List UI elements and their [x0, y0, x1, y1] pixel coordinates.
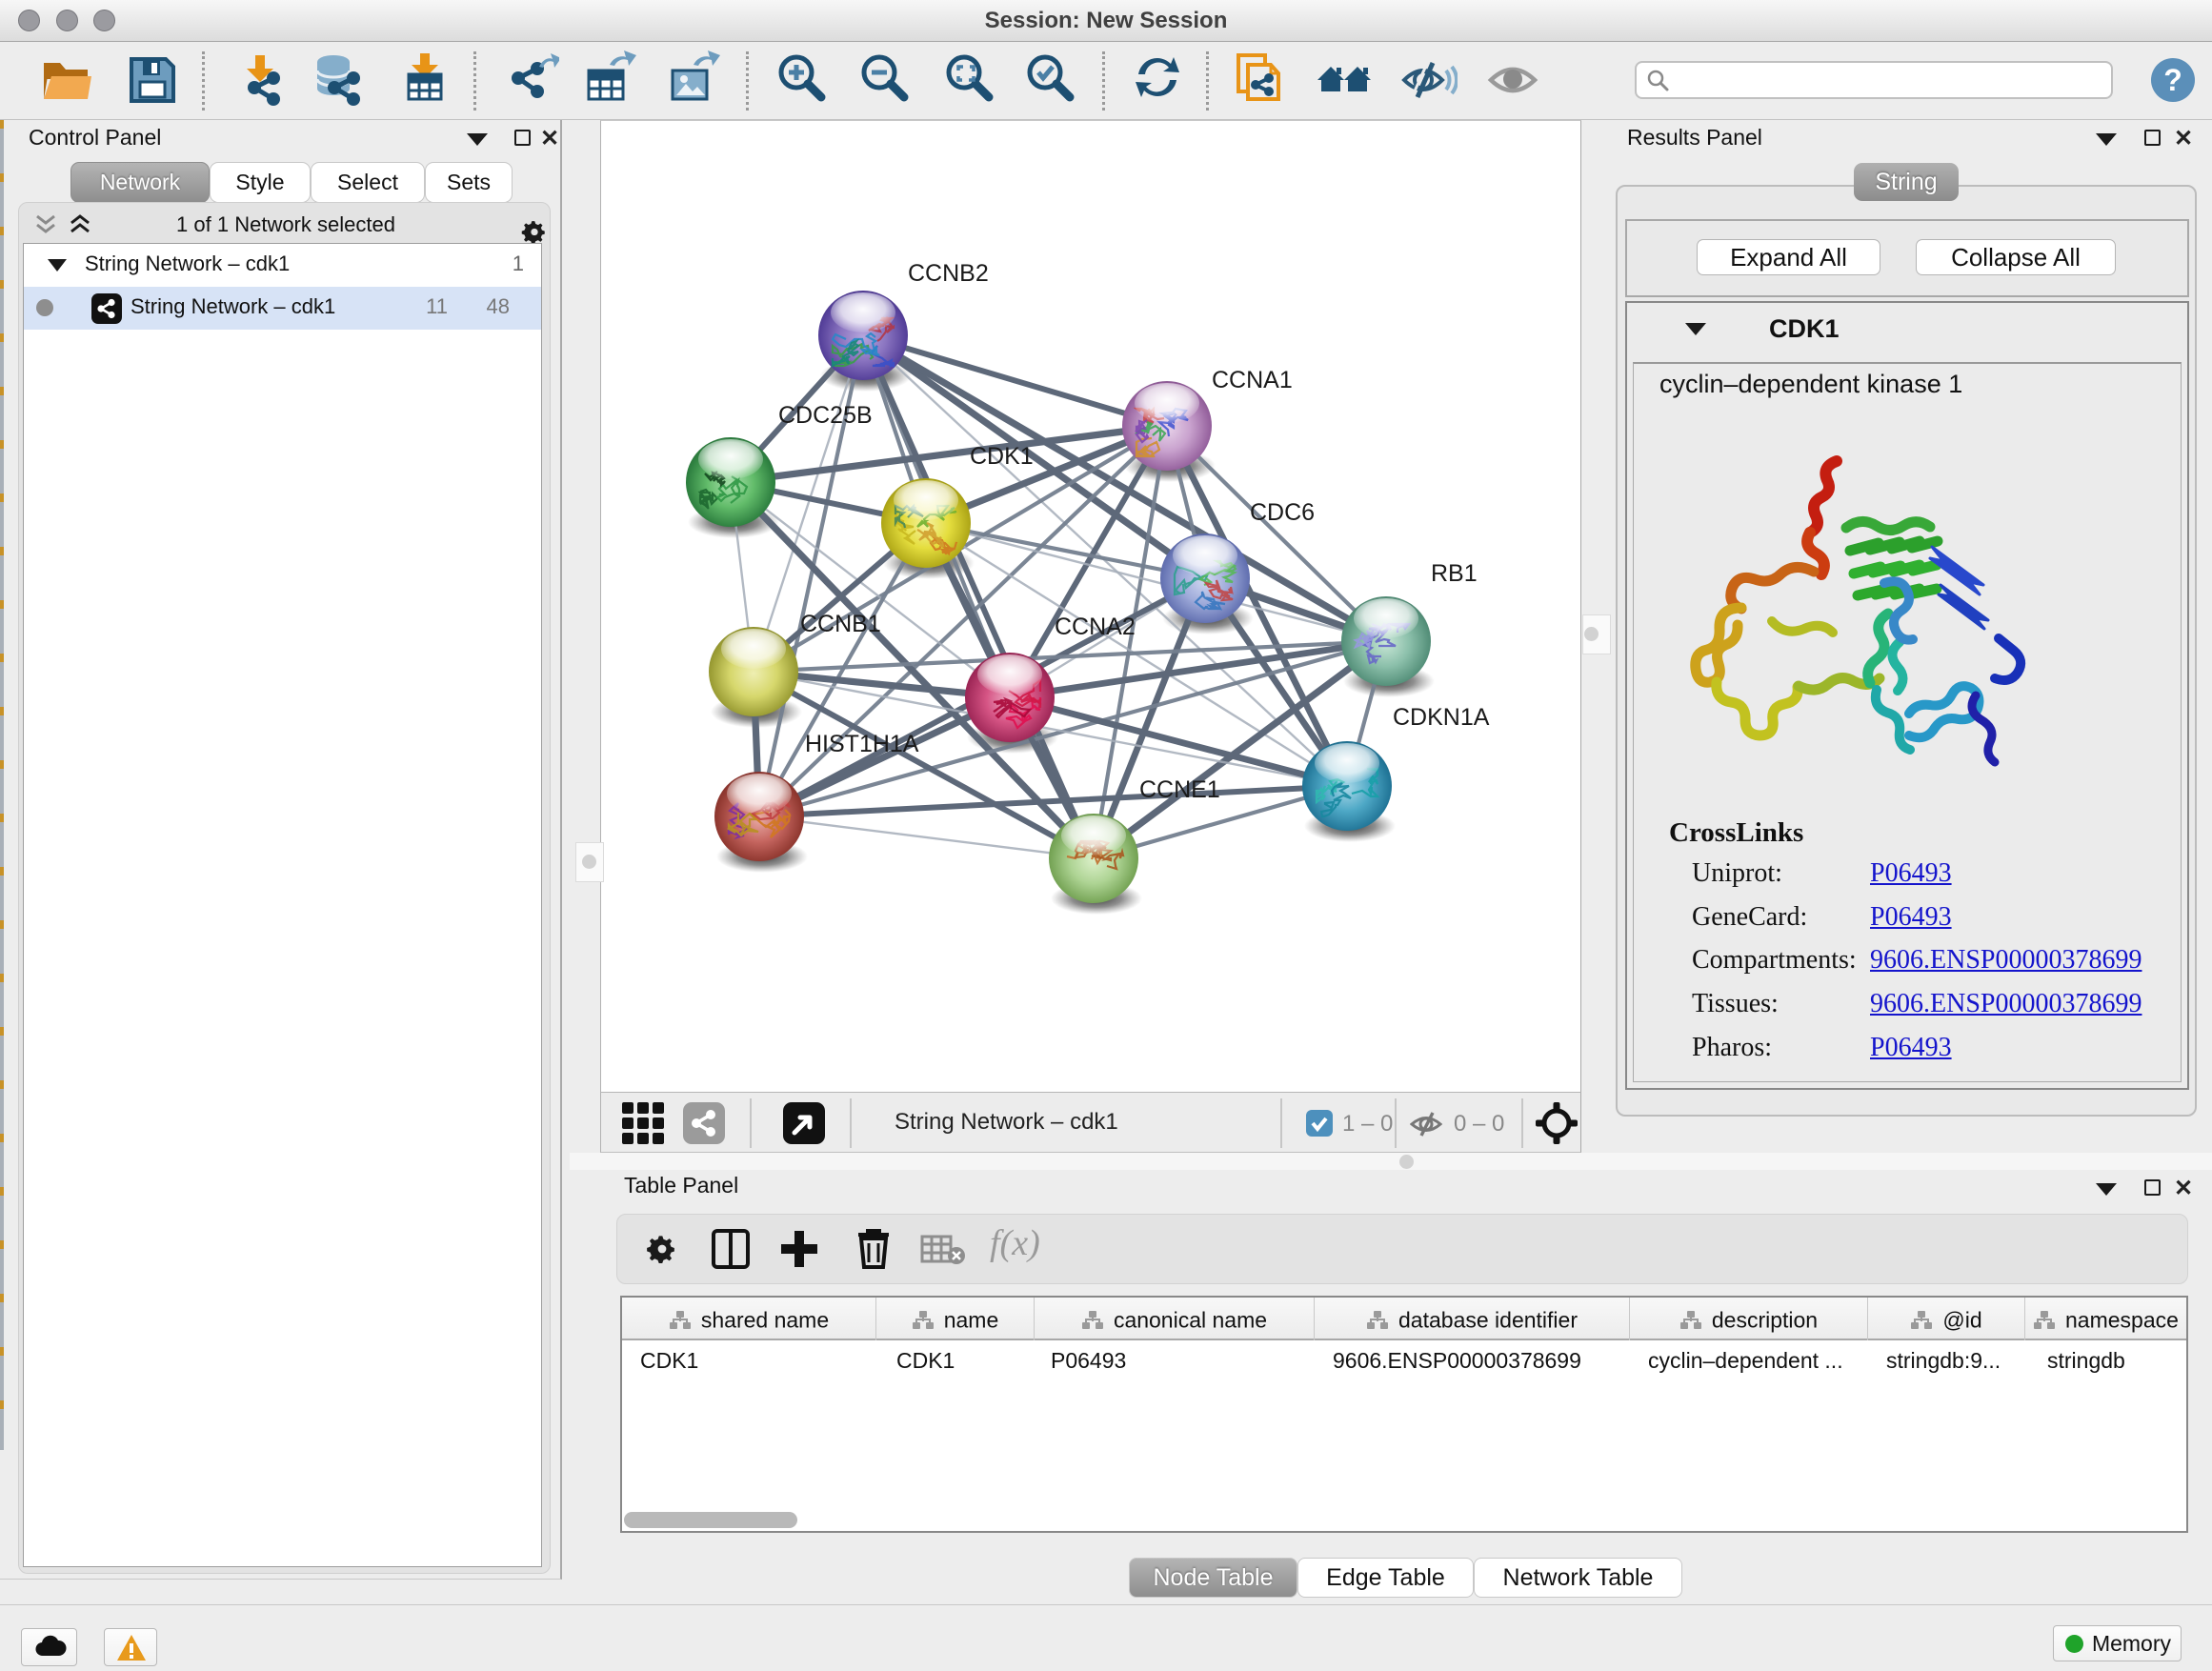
- svg-text:RB1: RB1: [1431, 560, 1478, 587]
- svg-text:CCNE1: CCNE1: [1139, 776, 1220, 803]
- svg-text:CDK1: CDK1: [970, 443, 1034, 470]
- svg-text:CCNA1: CCNA1: [1212, 367, 1293, 393]
- svg-text:CDC25B: CDC25B: [778, 402, 873, 429]
- svg-text:CCNA2: CCNA2: [1055, 614, 1136, 640]
- svg-text:CDC6: CDC6: [1250, 499, 1315, 526]
- svg-text:CCNB1: CCNB1: [800, 611, 881, 637]
- svg-text:CDKN1A: CDKN1A: [1393, 704, 1490, 731]
- svg-text:CCNB2: CCNB2: [908, 260, 989, 287]
- svg-text:HIST1H1A: HIST1H1A: [805, 731, 919, 757]
